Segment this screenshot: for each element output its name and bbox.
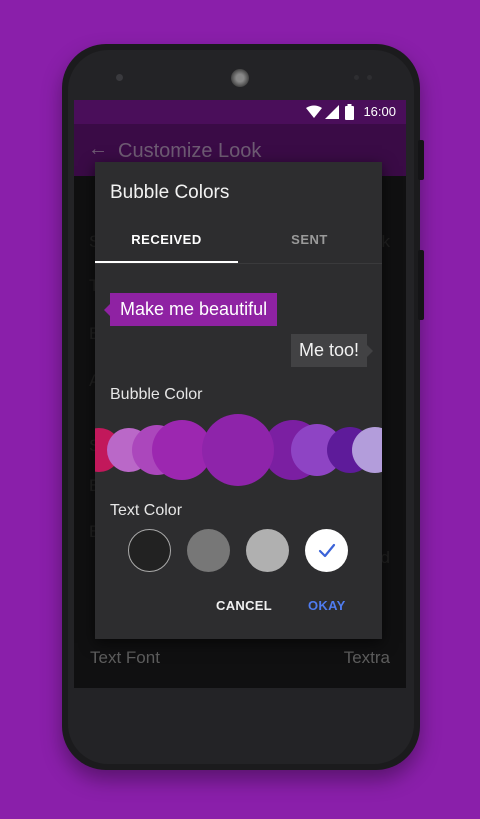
bubble-color-picker[interactable] [95, 410, 382, 490]
tab-divider [95, 263, 382, 264]
battery-icon [345, 104, 354, 120]
status-time: 16:00 [363, 104, 396, 119]
dialog-title: Bubble Colors [110, 182, 230, 203]
bubble-colors-dialog: Bubble Colors RECEIVED SENT Make me beau… [95, 162, 382, 639]
front-camera [116, 74, 123, 81]
text-font-label: Text Font [90, 648, 160, 667]
text-color-swatch-black[interactable] [128, 529, 171, 572]
text-color-swatch-light-gray[interactable] [246, 529, 289, 572]
received-bubble-preview: Make me beautiful [103, 293, 278, 326]
status-bar: 16:00 [74, 100, 406, 124]
bubble-color-swatch[interactable] [202, 414, 274, 486]
text-font-value: Textra [343, 648, 390, 667]
proximity-sensor [354, 75, 359, 80]
signal-icon [325, 105, 339, 119]
tab-received[interactable]: RECEIVED [95, 232, 238, 247]
okay-button[interactable]: OKAY [308, 598, 346, 613]
tab-sent[interactable]: SENT [238, 232, 381, 247]
sent-bubble-preview: Me too! [290, 334, 374, 367]
wifi-icon [306, 105, 322, 118]
text-color-swatch-white[interactable] [305, 529, 348, 572]
text-color-swatch-dark-gray[interactable] [187, 529, 230, 572]
bubble-color-label: Bubble Color [110, 386, 203, 403]
light-sensor [367, 75, 372, 80]
text-color-label: Text Color [110, 502, 183, 519]
power-button [418, 140, 424, 180]
volume-button [418, 250, 424, 320]
speaker-grille [231, 69, 249, 87]
check-icon [318, 543, 336, 558]
cancel-button[interactable]: CANCEL [216, 598, 272, 613]
